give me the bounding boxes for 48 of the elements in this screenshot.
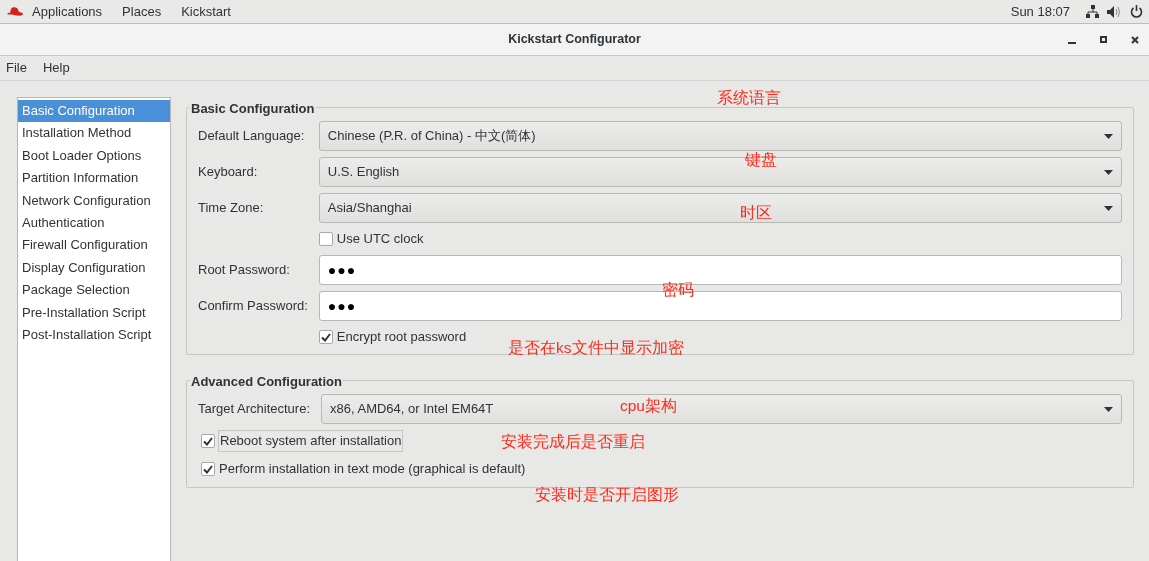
field-label: Confirm Password: <box>198 297 308 316</box>
window-title: Kickstart Configurator <box>508 31 641 49</box>
dropdown[interactable]: Chinese (P.R. of China) - 中文(简体) <box>318 121 1122 151</box>
field-label: Target Architecture: <box>198 400 310 419</box>
sidebar-item[interactable]: Installation Method <box>18 122 170 145</box>
sidebar-item[interactable]: Package Selection <box>18 279 170 302</box>
sidebar-item[interactable]: Partition Information <box>18 167 170 190</box>
checkbox[interactable] <box>201 434 215 448</box>
sidebar-item[interactable]: Network Configuration <box>18 189 170 212</box>
clock[interactable]: Sun 18:07 <box>1010 1 1070 22</box>
maximize-icon[interactable] <box>1100 36 1107 43</box>
checkbox[interactable] <box>201 462 215 476</box>
checkbox[interactable] <box>318 330 333 344</box>
annotation: 安装时是否开启图形 <box>535 485 679 505</box>
sidebar-item[interactable]: Post-Installation Script <box>18 323 170 347</box>
menu-item[interactable]: Help <box>42 58 70 78</box>
field-label: Time Zone: <box>198 199 265 218</box>
hat-icon[interactable] <box>6 5 24 18</box>
sidebar-item[interactable]: Display Configuration <box>18 256 170 280</box>
annotation: 系统语言 <box>717 88 781 108</box>
caret-icon <box>1104 205 1113 211</box>
top-menu[interactable]: Kickstart <box>181 1 231 22</box>
sidebar-item[interactable]: Boot Loader Options <box>18 144 170 168</box>
sidebar-item[interactable]: Pre-Installation Script <box>18 301 170 324</box>
checkbox[interactable] <box>318 232 333 246</box>
annotation: cpu架构 <box>620 396 677 416</box>
power-icon[interactable] <box>1130 5 1143 18</box>
checkbox-label[interactable]: Reboot system after installation <box>219 431 403 451</box>
field-label: Default Language: <box>198 127 306 146</box>
close-icon[interactable] <box>1131 35 1139 44</box>
annotation: 是否在ks文件中显示加密 <box>508 338 684 358</box>
volume-icon[interactable] <box>1107 5 1122 18</box>
checkbox-label[interactable]: Use UTC clock <box>336 229 424 249</box>
checkbox-label[interactable]: Encrypt root password <box>336 327 467 347</box>
annotation: 时区 <box>740 203 772 223</box>
caret-icon <box>1104 169 1113 175</box>
sidebar-item[interactable]: Firewall Configuration <box>18 234 170 257</box>
network-icon[interactable] <box>1086 5 1099 18</box>
annotation: 安装完成后是否重启 <box>501 432 645 452</box>
top-menu[interactable]: Places <box>122 1 162 22</box>
caret-icon <box>1104 406 1113 412</box>
sidebar-item[interactable]: Authentication <box>18 211 170 235</box>
field-label: Keyboard: <box>198 163 259 182</box>
checkbox-label[interactable]: Perform installation in text mode (graphical is default) <box>219 459 526 479</box>
caret-icon <box>1104 133 1113 139</box>
field-label: Root Password: <box>198 261 291 280</box>
top-menu[interactable]: Applications <box>32 1 103 22</box>
menu-item[interactable]: File <box>6 58 27 78</box>
